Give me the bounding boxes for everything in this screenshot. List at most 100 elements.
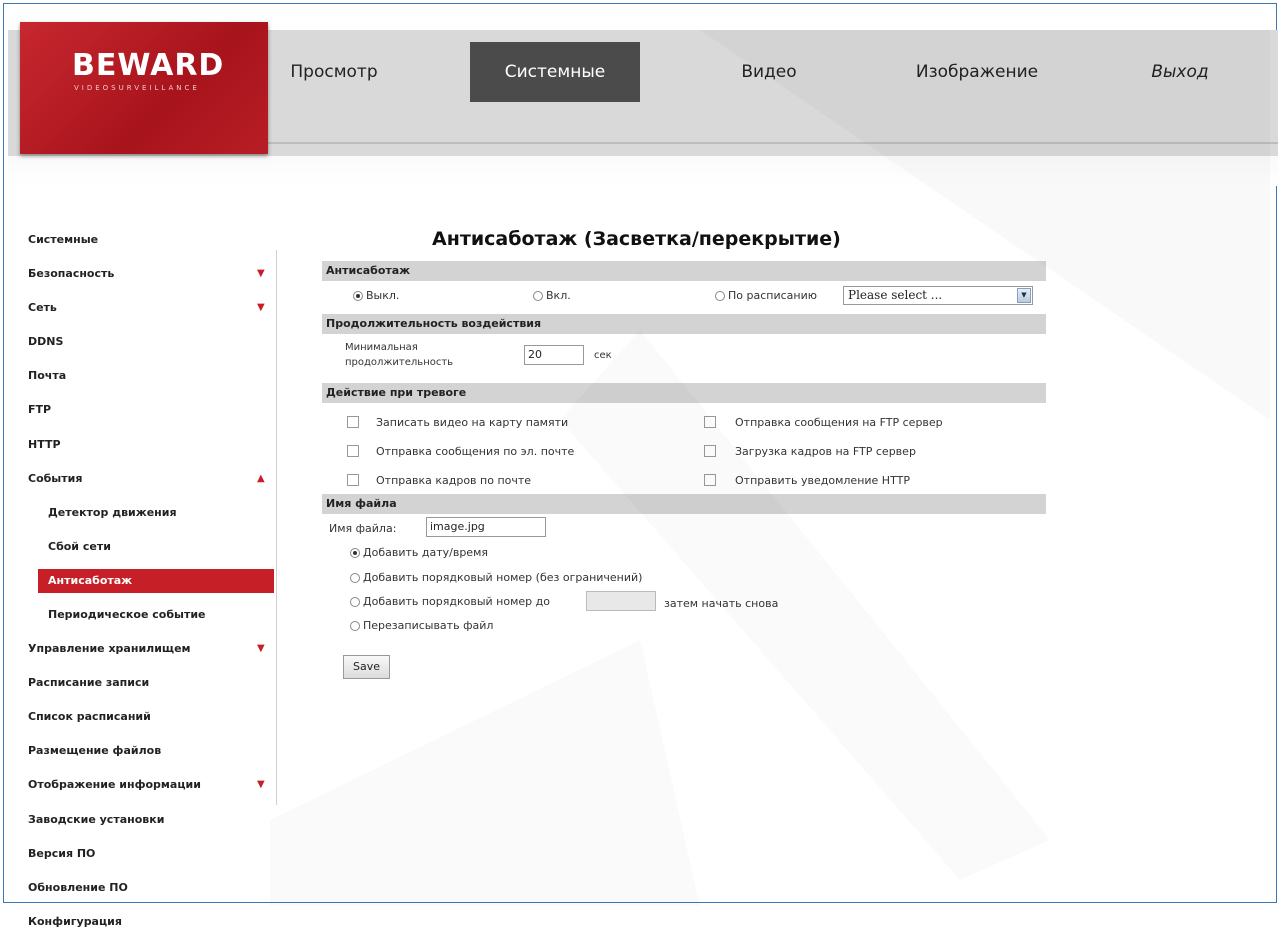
- sidebar-item-label: Расписание записи: [28, 676, 150, 690]
- email-message-label: Отправка сообщения по эл. почте: [376, 445, 575, 458]
- filename-seq-limit-radio[interactable]: [350, 597, 360, 607]
- sidebar-item-label: Заводские установки: [28, 812, 165, 826]
- sidebar-item-label: Периодическое событие: [48, 607, 206, 621]
- filename-seq-unlimited-radio[interactable]: [350, 573, 360, 583]
- sidebar-item-label: События: [28, 471, 83, 485]
- ftp-upload-checkbox[interactable]: [704, 445, 716, 457]
- sidebar-item-storage[interactable]: Управление хранилищем ▼: [28, 637, 274, 671]
- sidebar-item-label: Отображение информации: [28, 778, 201, 792]
- sidebar-item-factory-defaults[interactable]: Заводские установки: [28, 808, 274, 842]
- chevron-up-icon: ▲: [257, 472, 265, 484]
- schedule-select-value: Please select ...: [848, 288, 943, 302]
- sidebar-item-ftp[interactable]: FTP: [28, 398, 274, 432]
- antisabotage-schedule-radio[interactable]: [715, 291, 725, 301]
- sidebar-item-network[interactable]: Сеть ▼: [28, 296, 274, 330]
- tab-video[interactable]: Видео: [720, 42, 818, 102]
- save-button[interactable]: Save: [343, 655, 390, 679]
- chevron-down-icon: ▼: [257, 779, 265, 791]
- sidebar-item-http[interactable]: HTTP: [28, 433, 274, 467]
- duration-label-line2: продолжительность: [345, 357, 454, 368]
- chevron-down-icon: ▼: [257, 302, 265, 314]
- filename-datetime-radio[interactable]: [350, 548, 360, 558]
- sidebar-item-antisabotage[interactable]: Антисаботаж: [38, 568, 274, 593]
- sidebar-item-label: Детектор движения: [48, 505, 177, 519]
- filename-seq-limit-label: Добавить порядковый номер до: [363, 595, 550, 608]
- sidebar-divider: [276, 250, 277, 805]
- sidebar-item-schedule-list[interactable]: Список расписаний: [28, 705, 274, 739]
- antisabotage-off-radio[interactable]: [353, 291, 363, 301]
- sidebar-item-label: Антисаботаж: [48, 573, 133, 587]
- antisabotage-schedule-label: По расписанию: [728, 289, 817, 302]
- sidebar-item-label: Размещение файлов: [28, 744, 162, 758]
- sidebar-item-label: HTTP: [28, 437, 61, 451]
- ftp-message-checkbox[interactable]: [704, 416, 716, 428]
- header-divider: [268, 142, 1278, 144]
- schedule-select[interactable]: Please select ... ▼: [843, 286, 1033, 305]
- sidebar-item-info-display[interactable]: Отображение информации ▼: [28, 773, 274, 807]
- email-frames-checkbox[interactable]: [347, 474, 359, 486]
- sidebar: Системные Безопасность ▼ Сеть ▼ DDNS Почта…: [28, 228, 274, 944]
- beward-logo: BEWARD VIDEOSURVEILLANCE: [20, 22, 268, 154]
- sidebar-item-label: Список расписаний: [28, 710, 151, 724]
- ftp-message-label: Отправка сообщения на FTP сервер: [735, 416, 943, 429]
- antisabotage-off-label: Выкл.: [366, 289, 400, 302]
- sidebar-item-periodic-event[interactable]: Периодическое событие: [28, 603, 274, 637]
- sidebar-item-label: Обновление ПО: [28, 880, 128, 894]
- sidebar-item-network-failure[interactable]: Сбой сети: [28, 535, 274, 569]
- header-shadow: [8, 156, 1278, 186]
- sidebar-item-label: Конфигурация: [28, 914, 122, 928]
- antisabotage-on-radio[interactable]: [533, 291, 543, 301]
- sidebar-item-motion-detector[interactable]: Детектор движения: [28, 501, 274, 535]
- filename-seq-unlimited-label: Добавить порядковый номер (без ограничен…: [363, 571, 643, 584]
- antisabotage-on-label: Вкл.: [546, 289, 571, 302]
- logo-subtitle: VIDEOSURVEILLANCE: [74, 84, 200, 92]
- chevron-down-icon[interactable]: ▼: [1017, 288, 1031, 303]
- tab-exit[interactable]: Выход: [1130, 42, 1230, 102]
- section-header-filename: Имя файла: [322, 494, 1046, 514]
- sidebar-item-label: Версия ПО: [28, 846, 96, 860]
- filename-datetime-label: Добавить дату/время: [363, 546, 488, 559]
- sidebar-item-firmware-version[interactable]: Версия ПО: [28, 842, 274, 876]
- http-notify-checkbox[interactable]: [704, 474, 716, 486]
- section-header-antisabotage: Антисаботаж: [322, 261, 1046, 281]
- seq-limit-suffix: затем начать снова: [664, 597, 779, 610]
- record-to-sd-checkbox[interactable]: [347, 416, 359, 428]
- email-frames-label: Отправка кадров по почте: [376, 474, 532, 487]
- sidebar-item-file-placement[interactable]: Размещение файлов: [28, 739, 274, 773]
- duration-unit: сек: [594, 350, 612, 361]
- sidebar-item-label: Сеть: [28, 301, 57, 315]
- duration-input[interactable]: 20: [524, 345, 584, 365]
- sidebar-item-record-schedule[interactable]: Расписание записи: [28, 671, 274, 705]
- filename-input[interactable]: image.jpg: [426, 517, 546, 537]
- sidebar-item-label: DDNS: [28, 335, 64, 349]
- sidebar-item-system[interactable]: Системные: [28, 228, 274, 262]
- ftp-upload-label: Загрузка кадров на FTP сервер: [735, 445, 916, 458]
- sidebar-item-ddns[interactable]: DDNS: [28, 330, 274, 364]
- logo-text: BEWARD: [72, 48, 225, 83]
- sidebar-item-label: Безопасность: [28, 267, 115, 281]
- sidebar-item-security[interactable]: Безопасность ▼: [28, 262, 274, 296]
- duration-label-line1: Минимальная: [345, 342, 418, 353]
- section-header-duration: Продолжительность воздействия: [322, 314, 1046, 334]
- email-message-checkbox[interactable]: [347, 445, 359, 457]
- record-to-sd-label: Записать видео на карту памяти: [376, 416, 569, 429]
- http-notify-label: Отправить уведомление HTTP: [735, 474, 910, 487]
- tab-system[interactable]: Системные: [470, 42, 640, 102]
- filename-overwrite-label: Перезаписывать файл: [363, 619, 494, 632]
- sidebar-item-label: Сбой сети: [48, 539, 111, 553]
- section-header-actions: Действие при тревоге: [322, 383, 1046, 403]
- chevron-down-icon: ▼: [257, 268, 265, 280]
- sidebar-item-mail[interactable]: Почта: [28, 364, 274, 398]
- sidebar-item-label: FTP: [28, 403, 52, 417]
- sidebar-item-configuration[interactable]: Конфигурация: [28, 910, 274, 944]
- sidebar-item-events[interactable]: События ▲: [28, 467, 274, 501]
- chevron-down-icon: ▼: [257, 643, 265, 655]
- tab-image[interactable]: Изображение: [892, 42, 1062, 102]
- sidebar-item-label: Почта: [28, 369, 67, 383]
- sidebar-item-firmware-update[interactable]: Обновление ПО: [28, 876, 274, 910]
- filename-overwrite-radio[interactable]: [350, 621, 360, 631]
- sidebar-item-label: Системные: [28, 233, 99, 246]
- seq-limit-input[interactable]: [586, 591, 656, 611]
- filename-label: Имя файла:: [329, 522, 397, 535]
- tab-view[interactable]: Просмотр: [272, 42, 396, 102]
